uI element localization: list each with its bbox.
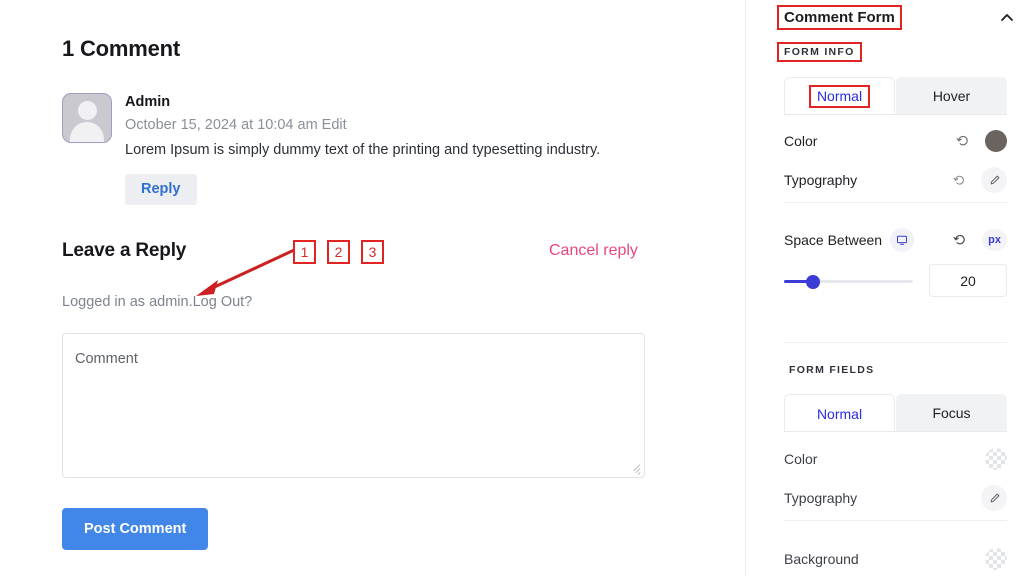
tab-form-fields-normal-label: Normal: [816, 405, 863, 422]
divider: [784, 520, 1007, 521]
comment-textarea[interactable]: [62, 333, 645, 478]
user-avatar: [62, 93, 112, 143]
transparent-color-swatch[interactable]: [985, 448, 1007, 470]
tab-form-info-normal-label: Normal: [808, 85, 871, 108]
tab-form-info-hover-label: Hover: [932, 88, 971, 104]
row-form-fields-background: Background: [784, 540, 1007, 576]
row-form-info-typography: Typography: [784, 161, 1007, 199]
row-form-fields-typography-label: Typography: [784, 490, 858, 506]
tab-form-fields-focus-label: Focus: [932, 405, 971, 421]
row-form-info-typography-controls: [946, 167, 1007, 193]
comments-count-title: 1 Comment: [62, 36, 180, 61]
unit-px-button[interactable]: px: [982, 229, 1007, 251]
annotation-number-2: 2: [327, 240, 350, 264]
space-between-slider[interactable]: [784, 274, 913, 289]
form-fields-tabs-underline: [784, 431, 1007, 432]
annotation-number-1: 1: [293, 240, 316, 264]
row-form-fields-background-label: Background: [784, 551, 859, 567]
logged-in-notice: Logged in as admin.Log Out?: [62, 294, 252, 310]
comment-body: Admin October 15, 2024 at 10:04 am Edit …: [125, 93, 662, 205]
post-comment-button[interactable]: Post Comment: [62, 508, 209, 550]
desktop-icon[interactable]: [890, 228, 915, 252]
transparent-background-swatch[interactable]: [985, 548, 1007, 570]
logged-in-text: Logged in as admin.: [62, 294, 193, 310]
cancel-reply-link[interactable]: Cancel reply: [549, 242, 638, 260]
avatar-head-shape: [77, 101, 97, 120]
slider-thumb[interactable]: [806, 274, 820, 289]
log-out-link[interactable]: Log Out?: [193, 294, 253, 310]
space-between-slider-row: [784, 264, 1007, 300]
comment-date-edit[interactable]: October 15, 2024 at 10:04 am Edit: [125, 113, 662, 137]
tab-form-info-normal[interactable]: Normal: [784, 77, 895, 115]
tab-form-fields-focus[interactable]: Focus: [896, 394, 1007, 432]
avatar-body-shape: [70, 122, 104, 142]
screen-root: 1 Comment Admin October 15, 2024 at 10:0…: [0, 0, 1024, 576]
settings-panel: Comment Form FORM INFO Normal Hover Colo…: [745, 0, 1024, 576]
row-space-between-controls: px: [947, 227, 1007, 253]
comment-text: Lorem Ipsum is simply dummy text of the …: [125, 142, 601, 158]
form-fields-tabs: Normal Focus: [784, 394, 1007, 432]
row-form-fields-typography: Typography: [784, 479, 1007, 517]
panel-title: Comment Form: [777, 5, 902, 30]
form-info-tabs-underline: [784, 114, 1007, 115]
comment-preview-area: 1 Comment Admin October 15, 2024 at 10:0…: [0, 0, 745, 576]
comment-author: Admin: [125, 94, 171, 110]
edit-pencil-icon[interactable]: [981, 485, 1007, 511]
space-between-value-input[interactable]: [929, 264, 1007, 297]
annotation-arrow: [196, 243, 306, 296]
color-swatch[interactable]: [985, 130, 1007, 152]
tab-form-info-hover[interactable]: Hover: [896, 77, 1007, 115]
row-form-fields-background-controls: [985, 548, 1007, 570]
row-form-info-color: Color: [784, 122, 1007, 160]
divider: [784, 202, 1007, 203]
row-form-fields-color: Color: [784, 440, 1007, 478]
comment-item: Admin October 15, 2024 at 10:04 am Edit …: [62, 93, 662, 205]
edit-pencil-icon[interactable]: [981, 167, 1007, 193]
row-form-fields-typography-controls: [981, 485, 1007, 511]
tab-form-fields-normal[interactable]: Normal: [784, 394, 895, 432]
row-space-between-label: Space Between: [784, 232, 883, 248]
row-form-info-typography-label: Typography: [784, 172, 858, 188]
form-info-tabs: Normal Hover: [784, 77, 1007, 115]
row-space-between: Space Between px: [784, 221, 1007, 259]
leave-a-reply-heading: Leave a Reply: [62, 240, 187, 261]
divider: [784, 342, 1007, 343]
reset-icon[interactable]: [950, 128, 976, 154]
annotation-number-3: 3: [361, 240, 384, 264]
chevron-up-icon[interactable]: [998, 9, 1016, 27]
form-info-section-label: FORM INFO: [777, 42, 862, 62]
row-form-fields-color-label: Color: [784, 451, 818, 467]
reply-button[interactable]: Reply: [125, 174, 197, 205]
reset-icon[interactable]: [946, 167, 972, 193]
form-fields-section-label: FORM FIELDS: [789, 364, 875, 376]
row-form-info-color-label: Color: [784, 133, 818, 149]
row-form-fields-color-controls: [985, 448, 1007, 470]
reset-icon[interactable]: [947, 227, 973, 253]
row-form-info-color-controls: [950, 128, 1007, 154]
settings-panel-content: Comment Form FORM INFO Normal Hover Colo…: [777, 0, 1024, 576]
